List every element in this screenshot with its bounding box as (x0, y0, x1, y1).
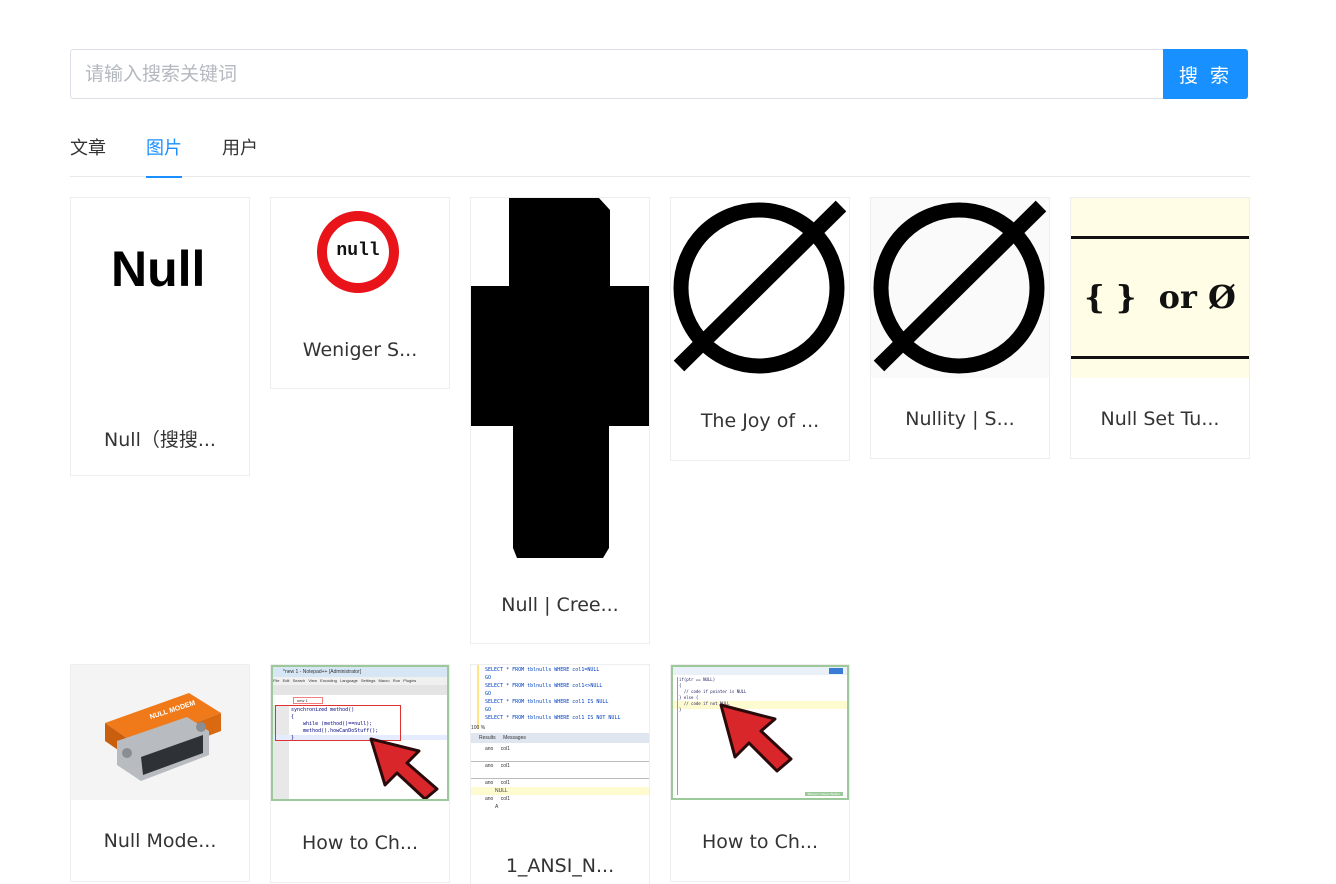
result-thumbnail: SELECT * FROM tblnulls WHERE col1=NULL GO… (471, 665, 649, 825)
tab-images[interactable]: 图片 (146, 127, 182, 178)
result-thumbnail: if(ptr == NULL){ // code if pointer is N… (671, 665, 849, 800)
result-thumbnail: *new 1 - Notepad++ [Administrator] File … (271, 665, 449, 801)
divider (1071, 356, 1249, 359)
result-title: Nullity | S... (905, 408, 1015, 430)
change-bar (477, 665, 479, 729)
result-thumbnail: NULL MODEM (71, 665, 249, 800)
result-title: Weniger S... (302, 339, 418, 361)
result-title: The Joy of ... (700, 410, 820, 432)
arrow-cursor-icon (719, 703, 793, 773)
divider (1071, 236, 1249, 239)
tab-articles[interactable]: 文章 (70, 127, 106, 177)
result-title: Null | Cree... (501, 594, 619, 616)
search-input[interactable] (70, 49, 1163, 99)
result-thumbnail: { } or Ø (1071, 198, 1249, 378)
search-button[interactable]: 搜 索 (1163, 49, 1248, 99)
image-result-card[interactable]: if(ptr == NULL){ // code if pointer is N… (670, 664, 850, 882)
results-grid: ano col1 ano col1 ano col1 NULL ano col1… (471, 745, 649, 811)
image-result-card[interactable]: SELECT * FROM tblnulls WHERE col1=NULL GO… (470, 664, 650, 884)
image-result-card[interactable]: Null Null（搜搜... (70, 197, 250, 476)
result-title: Null（搜搜... (104, 429, 216, 451)
image-result-card[interactable]: NULL MODEM Null Mode... (70, 664, 250, 882)
thumbnail-text: null (336, 241, 380, 261)
image-result-card[interactable]: null Weniger S... (270, 197, 450, 389)
image-result-card[interactable]: Null | Cree... (470, 197, 650, 644)
result-title: How to Ch... (701, 831, 819, 853)
arrow-cursor-icon (369, 737, 439, 799)
creeper-silhouette-icon (471, 198, 649, 558)
result-title: Null Mode... (103, 830, 217, 852)
image-result-card[interactable]: { } or Ø Null Set Tu... (1070, 197, 1250, 459)
result-tabs: 文章 图片 用户 (70, 127, 1250, 178)
search-bar: 搜 索 (70, 49, 1248, 99)
results-tabs: Results Messages (471, 733, 649, 743)
tab-users[interactable]: 用户 (222, 127, 258, 177)
adapter-photo-icon (105, 693, 221, 781)
thumbnail-text: Null (111, 241, 206, 297)
result-title: Null Set Tu... (1100, 408, 1220, 430)
result-thumbnail (671, 198, 849, 378)
result-title: How to Ch... (301, 832, 419, 854)
result-thumbnail: Null (71, 198, 249, 393)
empty-set-icon (873, 200, 1047, 374)
image-result-card[interactable]: The Joy of ... (670, 197, 850, 461)
image-result-card[interactable]: Nullity | S... (870, 197, 1050, 459)
zoom-level: 100 % (471, 725, 486, 731)
result-thumbnail: null (271, 198, 449, 306)
thumbnail-text: { } or Ø (1084, 278, 1236, 316)
result-title: 1_ANSI_N... (505, 855, 615, 877)
result-thumbnail (471, 198, 649, 563)
sql-code: SELECT * FROM tblnulls WHERE col1=NULL GO… (485, 667, 621, 721)
image-result-card[interactable]: *new 1 - Notepad++ [Administrator] File … (270, 664, 450, 883)
empty-set-icon (673, 200, 847, 374)
result-thumbnail (871, 198, 1049, 378)
